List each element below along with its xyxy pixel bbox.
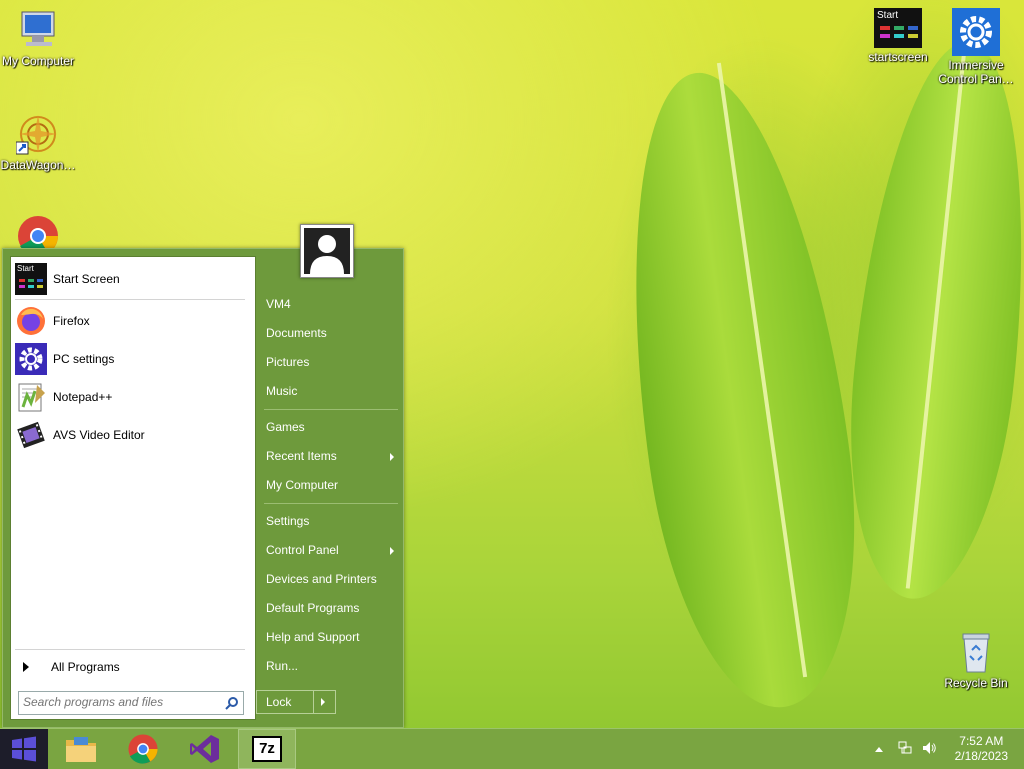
start-menu-programs-pane: Start Start Screen Firefox PC settings N…: [10, 256, 256, 720]
gear-icon: [15, 343, 47, 375]
search-box[interactable]: [18, 691, 244, 715]
clock-time: 7:52 AM: [959, 734, 1004, 748]
taskbar-7zip[interactable]: 7z: [238, 729, 296, 769]
menu-item-label: Control Panel: [266, 543, 339, 557]
menu-item-label: Games: [266, 420, 305, 434]
search-input[interactable]: [19, 692, 217, 712]
user-icon: [310, 235, 344, 274]
desktop-icon-startscreen[interactable]: Start startscreen: [860, 8, 936, 64]
datawagon-icon: [15, 112, 60, 156]
all-programs-button[interactable]: All Programs: [19, 657, 247, 677]
menu-item-music[interactable]: Music: [266, 380, 398, 402]
menu-item-label: My Computer: [266, 478, 339, 492]
program-pc-settings[interactable]: PC settings: [15, 341, 249, 377]
menu-item-label: Devices and Printers: [266, 572, 377, 586]
windows-start-icon: [12, 736, 36, 762]
menu-item-label: VM4: [266, 297, 291, 311]
program-firefox[interactable]: Firefox: [15, 303, 249, 339]
wallpaper-leaf: [831, 33, 1024, 607]
lock-options-arrow-icon[interactable]: [321, 698, 325, 706]
program-label: Firefox: [53, 314, 90, 328]
menu-item-games[interactable]: Games: [266, 416, 398, 438]
lock-button[interactable]: Lock: [256, 690, 336, 714]
network-icon[interactable]: [898, 741, 912, 755]
chrome-icon: [128, 734, 158, 764]
user-avatar[interactable]: [300, 224, 354, 278]
separator: [264, 503, 398, 504]
taskbar-visual-studio[interactable]: [182, 731, 228, 767]
program-avs-video-editor[interactable]: AVS Video Editor: [15, 417, 249, 453]
desktop-icon-immersive-control-panel[interactable]: Immersive Control Pan…: [936, 8, 1016, 86]
program-label: AVS Video Editor: [53, 428, 145, 442]
file-explorer-icon: [66, 737, 96, 762]
separator: [313, 691, 314, 713]
film-icon: [15, 419, 47, 451]
menu-item-vm4[interactable]: VM4: [266, 293, 398, 315]
menu-item-pictures[interactable]: Pictures: [266, 351, 398, 373]
desktop-icon-label: My Computer: [1, 54, 75, 68]
startscreen-icon: Start: [874, 8, 922, 48]
menu-item-control-panel[interactable]: Control Panel: [266, 539, 398, 561]
taskbar-file-explorer[interactable]: [58, 731, 104, 767]
menu-item-help-and-support[interactable]: Help and Support: [266, 626, 398, 648]
separator: [15, 299, 245, 300]
desktop-icon-datawagon[interactable]: DataWagon…: [0, 112, 76, 172]
desktop-icon-label: Recycle Bin: [944, 676, 1008, 690]
taskbar-clock[interactable]: 7:52 AM 2/18/2023: [955, 734, 1008, 764]
computer-icon: [16, 8, 60, 52]
menu-item-run[interactable]: Run...: [266, 655, 398, 677]
firefox-icon: [15, 305, 47, 337]
separator: [15, 649, 245, 650]
menu-item-devices-and-printers[interactable]: Devices and Printers: [266, 568, 398, 590]
menu-item-label: Default Programs: [266, 601, 360, 615]
volume-icon[interactable]: [922, 741, 936, 755]
start-menu-places-pane: VM4 Documents Pictures Music Games Recen…: [258, 249, 403, 727]
lock-label: Lock: [266, 695, 292, 709]
triangle-right-icon: [23, 662, 29, 672]
start-tile-text: Start: [877, 10, 899, 21]
menu-item-label: Help and Support: [266, 630, 360, 644]
notepadpp-icon: [15, 381, 47, 413]
start-tile-text: Start: [17, 264, 34, 273]
program-label: Start Screen: [53, 272, 120, 286]
menu-item-documents[interactable]: Documents: [266, 322, 398, 344]
all-programs-label: All Programs: [51, 660, 120, 674]
show-hidden-icons-icon[interactable]: [874, 745, 884, 753]
start-button[interactable]: [0, 729, 48, 769]
desktop-icon-my-computer[interactable]: My Computer: [0, 8, 76, 68]
menu-item-label: Music: [266, 384, 298, 398]
program-label: PC settings: [53, 352, 115, 366]
menu-item-label: Pictures: [266, 355, 310, 369]
desktop-icon-label: startscreen: [868, 50, 928, 64]
program-start-screen[interactable]: Start Start Screen: [15, 261, 249, 297]
menu-item-label: Recent Items: [266, 449, 337, 463]
startscreen-icon: Start: [15, 263, 47, 295]
submenu-arrow-icon: [390, 547, 394, 555]
program-label: Notepad++: [53, 390, 113, 404]
clock-date: 2/18/2023: [954, 749, 1008, 763]
submenu-arrow-icon: [390, 453, 394, 461]
taskbar: 7z 7:52 AM 2/18/2023: [0, 728, 1024, 769]
desktop-icon-recycle-bin[interactable]: Recycle Bin: [936, 630, 1016, 690]
menu-item-label: Run...: [266, 659, 299, 673]
menu-item-label: Documents: [266, 326, 327, 340]
search-icon[interactable]: [225, 696, 239, 710]
recycle-bin-icon: [954, 630, 998, 674]
gear-icon: [952, 8, 1000, 56]
taskbar-chrome[interactable]: [120, 731, 166, 767]
menu-item-settings[interactable]: Settings: [266, 510, 398, 532]
visual-studio-icon: [190, 735, 219, 763]
menu-item-my-computer[interactable]: My Computer: [266, 474, 398, 496]
desktop-icon-label: Immersive Control Pan…: [938, 58, 1014, 86]
separator: [264, 409, 398, 410]
wallpaper-leaf: [596, 59, 884, 721]
7zip-icon: 7z: [252, 736, 282, 762]
menu-item-recent-items[interactable]: Recent Items: [266, 445, 398, 467]
menu-item-default-programs[interactable]: Default Programs: [266, 597, 398, 619]
start-menu: Start Start Screen Firefox PC settings N…: [2, 248, 404, 728]
desktop-icon-label: DataWagon…: [0, 158, 76, 172]
menu-item-label: Settings: [266, 514, 310, 528]
program-notepadpp[interactable]: Notepad++: [15, 379, 249, 415]
